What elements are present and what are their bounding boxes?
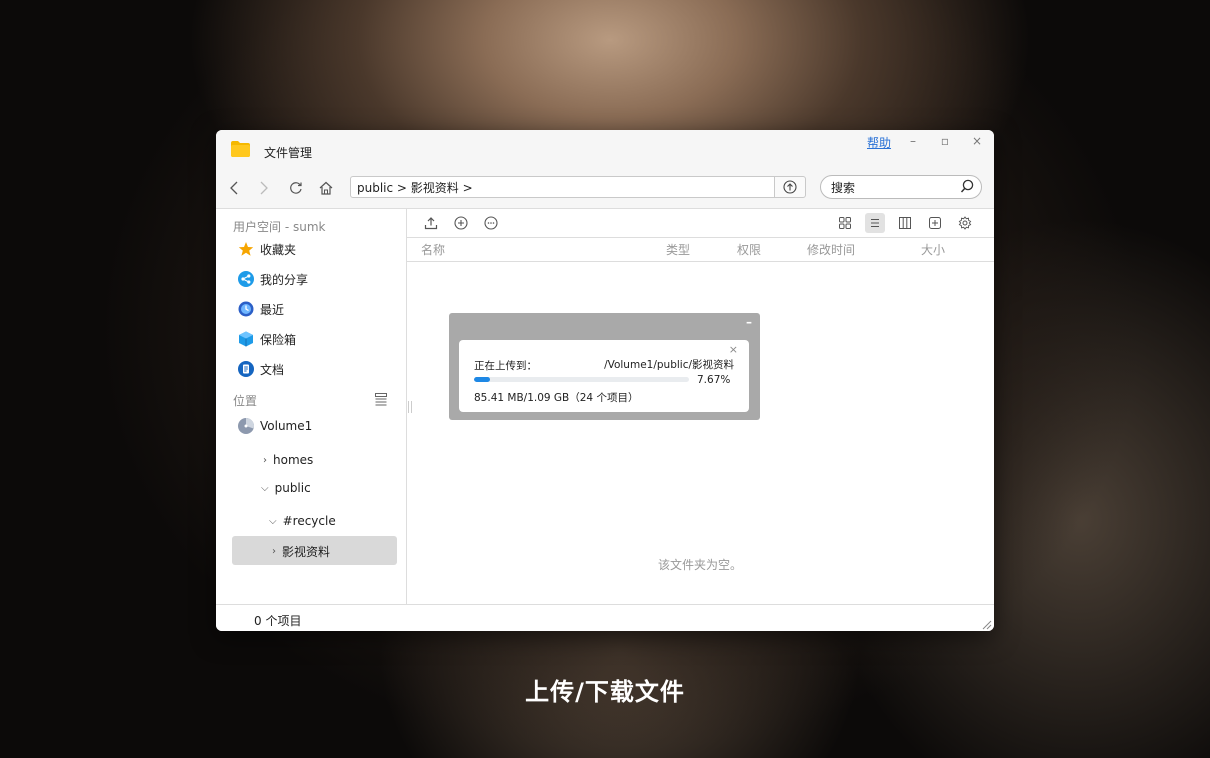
list-view-button[interactable] — [865, 213, 885, 233]
tree-item-label: #recycle — [282, 514, 336, 528]
upload-circle-icon — [783, 180, 797, 194]
upload-task-close-button[interactable]: × — [729, 343, 738, 356]
column-view-button[interactable] — [895, 213, 915, 233]
sidebar-item-documents[interactable]: 文档 — [238, 358, 284, 380]
plus-circle-icon — [454, 216, 468, 230]
back-button[interactable] — [224, 178, 244, 198]
navigation-bar: public > 影视资料 > — [216, 170, 994, 209]
tree-item-recycle[interactable]: ⌵ #recycle — [269, 514, 336, 528]
sidebar-item-label: 文档 — [260, 362, 285, 377]
refresh-button[interactable] — [286, 178, 306, 198]
upload-label: 正在上传到： — [474, 360, 537, 372]
column-header-name[interactable]: 名称 — [421, 241, 445, 258]
list-icon — [871, 219, 879, 227]
home-button[interactable] — [316, 178, 336, 198]
new-window-button[interactable] — [925, 213, 945, 233]
upload-progress-panel: – × 正在上传到： /Volume1/public/影视资料 7.67% 85… — [449, 313, 760, 420]
window-title: 文件管理 — [264, 146, 313, 160]
upload-button[interactable] — [421, 213, 441, 233]
forward-button[interactable] — [254, 178, 274, 198]
home-icon — [319, 181, 333, 195]
sidebar-item-favorites[interactable]: 收藏夹 — [238, 238, 296, 260]
sidebar-item-label: 收藏夹 — [260, 242, 297, 257]
column-header-size[interactable]: 大小 — [921, 241, 945, 258]
collapse-all-icon[interactable] — [374, 392, 388, 406]
search-box[interactable] — [820, 175, 982, 199]
plus-square-icon — [929, 217, 941, 229]
sidebar-item-label: 保险箱 — [260, 332, 297, 347]
clock-icon — [238, 301, 254, 317]
empty-folder-message: 该文件夹为空。 — [658, 558, 743, 572]
status-bar: 0 个项目 — [216, 604, 994, 631]
tree-item-label: homes — [273, 453, 314, 467]
document-icon — [238, 361, 254, 377]
star-icon — [238, 242, 254, 256]
file-toolbar — [407, 209, 994, 238]
folder-icon — [231, 141, 250, 157]
upload-percent: 7.67% — [697, 374, 731, 386]
upload-tasks-button[interactable] — [774, 176, 806, 198]
upload-task-card: × 正在上传到： /Volume1/public/影视资料 7.67% 85.4… — [459, 340, 749, 412]
location-heading: 位置 — [233, 394, 258, 408]
chevron-right-icon — [260, 181, 268, 195]
sidebar-item-label: 最近 — [260, 302, 285, 317]
upload-icon — [424, 217, 438, 230]
search-input[interactable] — [829, 179, 953, 197]
help-link[interactable]: 帮助 — [867, 134, 891, 151]
columns-icon — [899, 217, 911, 229]
path-bar[interactable]: public > 影视资料 > — [350, 176, 805, 198]
more-actions-button[interactable] — [481, 213, 501, 233]
gear-icon — [958, 216, 972, 230]
upload-size: 85.41 MB/1.09 GB（24 个项目） — [474, 392, 639, 404]
refresh-icon — [290, 182, 302, 194]
volume-disk-icon — [238, 418, 254, 434]
minimize-button[interactable]: – — [905, 134, 921, 148]
tree-item-label: 影视资料 — [282, 545, 331, 559]
sidebar-item-label: 我的分享 — [260, 272, 309, 287]
sidebar-item-my-shares[interactable]: 我的分享 — [238, 268, 308, 290]
chevron-left-icon — [230, 181, 238, 195]
item-count: 0 个项目 — [254, 614, 302, 628]
title-bar: 文件管理 帮助 – ▫ × — [216, 130, 994, 170]
tree-item-public[interactable]: ⌵ public — [261, 481, 311, 495]
maximize-button[interactable]: ▫ — [937, 134, 953, 148]
page-caption: 上传/下载文件 — [525, 678, 685, 706]
settings-button[interactable] — [955, 213, 975, 233]
chevron-right-icon: › — [263, 454, 267, 466]
upload-panel-minimize-button[interactable]: – — [746, 315, 752, 329]
column-header-type[interactable]: 类型 — [666, 241, 690, 258]
upload-progress-fill — [474, 377, 491, 382]
chevron-down-icon: ⌵ — [261, 482, 269, 494]
column-header-permission[interactable]: 权限 — [737, 241, 761, 258]
chevron-down-icon: ⌵ — [269, 515, 277, 527]
path-text: public > 影视资料 > — [357, 181, 473, 195]
upload-progress-bar — [474, 377, 689, 382]
search-icon[interactable] — [960, 179, 975, 194]
create-button[interactable] — [451, 213, 471, 233]
user-space-heading: 用户空间 - sumk — [233, 220, 326, 234]
sidebar-item-recent[interactable]: 最近 — [238, 298, 284, 320]
tree-item-homes[interactable]: › homes — [263, 453, 313, 467]
sidebar-item-volume1[interactable]: Volume1 — [238, 415, 312, 437]
tree-item-media-folder[interactable]: › 影视资料 — [272, 543, 330, 560]
column-header-modified[interactable]: 修改时间 — [807, 241, 855, 258]
grid-view-button[interactable] — [835, 213, 855, 233]
grid-icon — [839, 217, 851, 229]
close-button[interactable]: × — [969, 134, 985, 148]
upload-destination: /Volume1/public/影视资料 — [604, 359, 734, 371]
sidebar-item-label: Volume1 — [260, 419, 313, 433]
safe-icon — [239, 331, 253, 347]
tree-item-label: public — [274, 481, 311, 495]
sidebar-item-safe[interactable]: 保险箱 — [238, 328, 296, 350]
resize-grip-icon[interactable] — [980, 618, 992, 630]
chevron-right-icon: › — [272, 546, 276, 557]
more-circle-icon — [484, 216, 498, 230]
header-divider — [407, 261, 994, 262]
share-icon — [238, 271, 254, 287]
